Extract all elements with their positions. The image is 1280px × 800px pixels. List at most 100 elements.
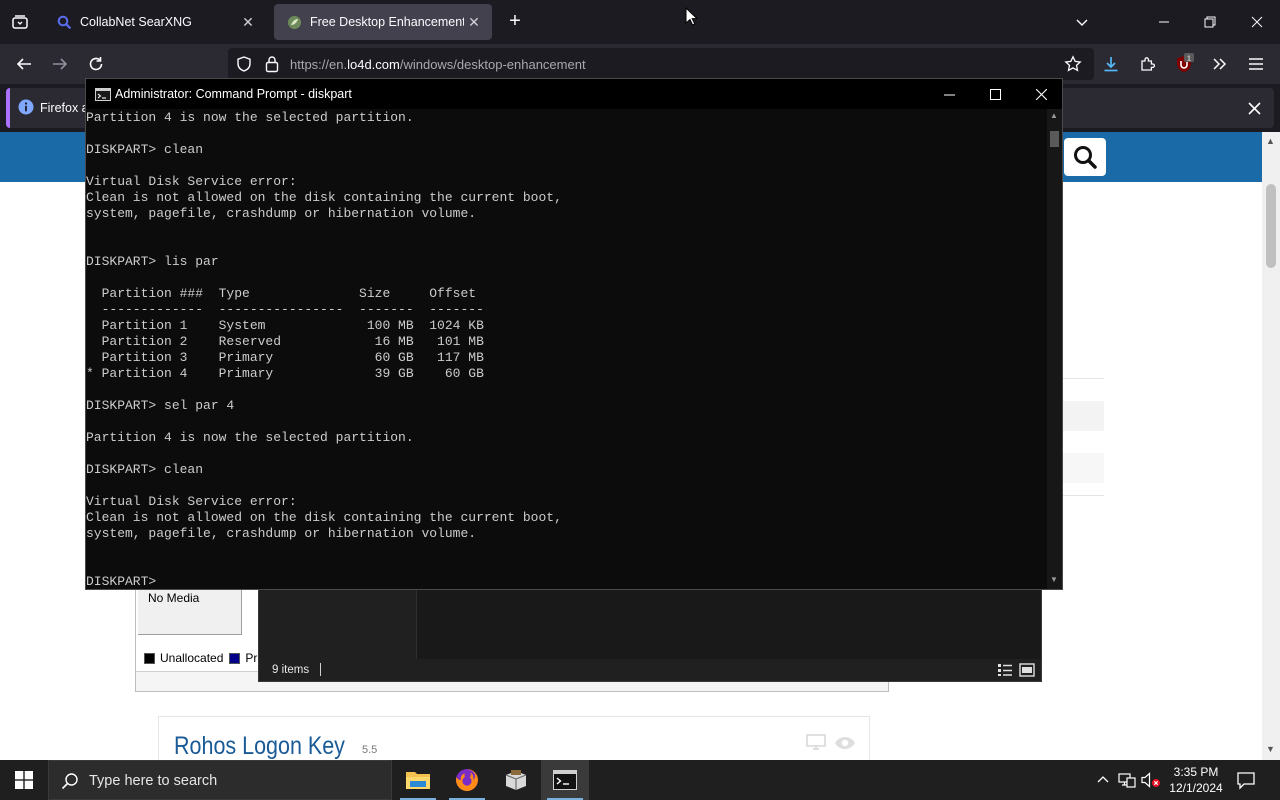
scroll-down-icon[interactable]: ▼: [1050, 575, 1058, 584]
terminal-icon[interactable]: [541, 760, 589, 800]
console-line: Partition 4 is now the selected partitio…: [86, 430, 414, 445]
system-clock[interactable]: 3:35 PM 12/1/2024: [1158, 764, 1234, 796]
scroll-down-icon[interactable]: ▼: [1266, 744, 1275, 754]
search-icon: [56, 14, 72, 30]
tab-desktop-enhancement[interactable]: Free Desktop Enhancement Sof ✕: [274, 4, 492, 40]
scroll-thumb[interactable]: [1266, 184, 1276, 268]
double-chevron-icon[interactable]: [1207, 52, 1231, 76]
close-icon[interactable]: [1245, 10, 1269, 34]
windows-logo-icon[interactable]: [0, 760, 48, 800]
forward-arrow-icon[interactable]: [48, 52, 72, 76]
eye-icon: [834, 736, 856, 755]
console-output: Partition 4 is now the selected partitio…: [86, 110, 562, 589]
back-arrow-icon[interactable]: [12, 52, 36, 76]
console-line: DISKPART>: [86, 574, 165, 589]
terminal-icon: [95, 88, 111, 106]
taskbar-search-box[interactable]: Type here to search: [48, 760, 392, 800]
download-icon[interactable]: [1099, 52, 1123, 76]
network-icon[interactable]: [1117, 770, 1137, 790]
firefox-icon[interactable]: [443, 760, 491, 800]
scroll-up-icon[interactable]: ▲: [1266, 136, 1275, 146]
console-line: system, pagefile, crashdump or hibernati…: [86, 206, 477, 221]
scroll-thumb[interactable]: [1050, 131, 1059, 147]
plus-icon[interactable]: +: [504, 10, 526, 34]
tab-searxng[interactable]: CollabNet SearXNG ✕: [44, 4, 266, 40]
scroll-up-icon[interactable]: ▲: [1050, 111, 1058, 120]
cmd-title: Administrator: Command Prompt - diskpart: [115, 87, 352, 101]
url-path: /windows/desktop-enhancement: [399, 57, 586, 72]
console-line: Virtual Disk Service error:: [86, 174, 297, 189]
search-icon[interactable]: [1064, 138, 1106, 176]
legend-swatch: [229, 652, 241, 664]
console-line: ------------- ---------------- ------- -…: [86, 302, 484, 317]
url-text[interactable]: https://en.lo4d.com/windows/desktop-enha…: [290, 57, 586, 72]
close-icon[interactable]: [1018, 79, 1064, 109]
no-media-label: No Media: [148, 591, 200, 605]
sidebar-card: [1060, 378, 1104, 496]
console-line: * Partition 4 Primary 39 GB 60 GB: [86, 366, 484, 381]
monitor-icon: [806, 734, 826, 755]
info-icon: [18, 99, 34, 120]
windows-taskbar: Type here to search 3:35 PM 12/1/2024: [0, 760, 1280, 800]
close-icon[interactable]: ✕: [464, 12, 484, 32]
close-icon[interactable]: ✕: [238, 12, 258, 32]
close-icon[interactable]: [1244, 98, 1264, 118]
notification-text: Firefox a: [40, 101, 89, 115]
legend-label: Unallocated: [160, 651, 224, 665]
maximize-icon[interactable]: [972, 79, 1018, 109]
command-prompt-window[interactable]: Administrator: Command Prompt - diskpart…: [85, 78, 1063, 590]
navigation-pane: [259, 589, 417, 659]
minimize-icon[interactable]: [1152, 10, 1176, 34]
minimize-icon[interactable]: [926, 79, 972, 109]
app-title-link[interactable]: Rohos Logon Key: [174, 732, 345, 761]
browser-tab-bar: CollabNet SearXNG ✕ Free Desktop Enhance…: [0, 0, 1280, 44]
ublock-icon[interactable]: 1: [1172, 52, 1196, 76]
cmd-titlebar[interactable]: Administrator: Command Prompt - diskpart: [86, 79, 1062, 109]
card-row: [1060, 453, 1104, 483]
cmd-scrollbar[interactable]: ▲ ▼: [1047, 109, 1062, 589]
mouse-cursor-icon: [685, 6, 699, 31]
hamburger-menu-icon[interactable]: [1244, 52, 1268, 76]
star-icon[interactable]: [1061, 52, 1085, 76]
console-line: Virtual Disk Service error:: [86, 494, 297, 509]
search-icon: [61, 772, 79, 795]
tab-list-icon[interactable]: [8, 10, 32, 34]
url-host: lo4d.com: [347, 57, 400, 72]
large-icons-view-icon[interactable]: [1019, 663, 1035, 682]
console-line: Clean is not allowed on the disk contain…: [86, 190, 562, 205]
package-icon[interactable]: [492, 760, 540, 800]
restore-icon[interactable]: [1198, 10, 1222, 34]
item-count: 9 items: [272, 664, 310, 676]
details-view-icon[interactable]: [997, 663, 1013, 682]
console-line: Partition 1 System 100 MB 1024 KB: [86, 318, 484, 333]
page-scrollbar[interactable]: ▲ ▼: [1262, 132, 1280, 760]
divider: [320, 663, 321, 676]
clock-date: 12/1/2024: [1169, 781, 1223, 795]
reload-icon[interactable]: [84, 52, 108, 76]
status-bar: 9 items: [259, 659, 1041, 681]
lock-icon[interactable]: [264, 55, 280, 78]
file-explorer-icon[interactable]: [394, 760, 442, 800]
tab-title: CollabNet SearXNG: [80, 15, 192, 29]
shield-icon[interactable]: [236, 56, 252, 77]
console-line: DISKPART> lis par: [86, 254, 219, 269]
puzzle-icon[interactable]: [1136, 52, 1160, 76]
cmd-console[interactable]: Partition 4 is now the selected partitio…: [86, 109, 1046, 589]
chevron-up-icon[interactable]: [1093, 770, 1113, 790]
file-explorer-window: 9 items: [258, 588, 1042, 682]
app-version: 5.5: [362, 744, 378, 756]
legend-swatch: [144, 652, 155, 664]
search-placeholder: Type here to search: [89, 773, 218, 789]
chevron-down-icon[interactable]: [1070, 10, 1094, 34]
url-bar[interactable]: https://en.lo4d.com/windows/desktop-enha…: [228, 48, 1094, 80]
notification-icon[interactable]: [1236, 770, 1258, 792]
extension-badge: 1: [1187, 54, 1191, 63]
